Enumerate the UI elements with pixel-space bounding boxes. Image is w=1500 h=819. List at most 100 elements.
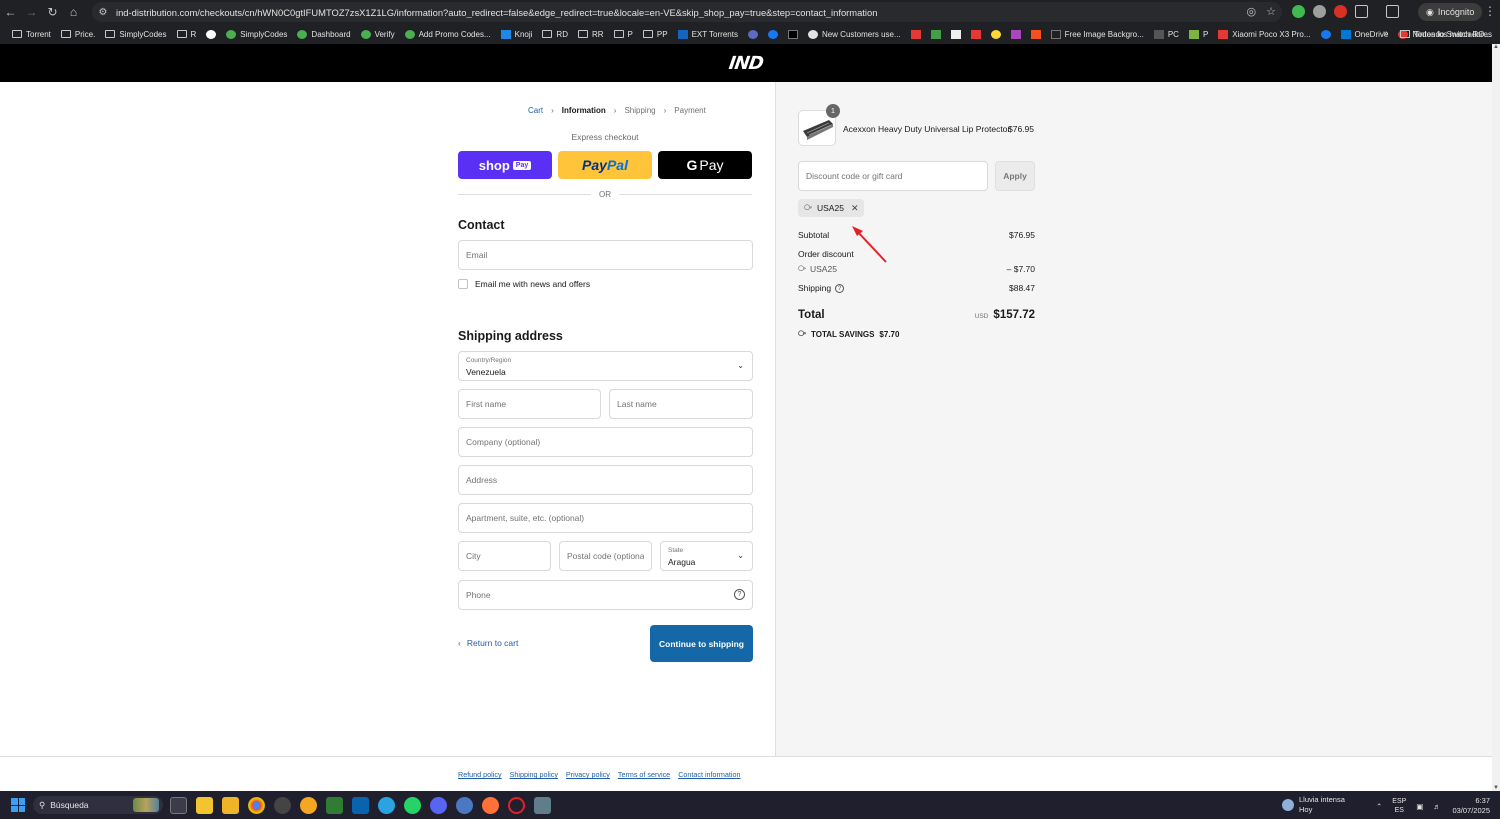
back-arrow-icon[interactable]: ←: [0, 0, 21, 24]
phone-input[interactable]: [459, 581, 752, 609]
refund-policy-link[interactable]: Refund policy: [458, 770, 502, 779]
apply-discount-button[interactable]: Apply: [995, 161, 1035, 191]
newsletter-row[interactable]: Email me with news and offers: [458, 279, 590, 289]
shipping-policy-link[interactable]: Shipping policy: [510, 770, 558, 779]
forward-arrow-icon[interactable]: →: [21, 0, 42, 24]
bookmark-item[interactable]: [986, 24, 1006, 44]
bookmark-item[interactable]: [783, 24, 803, 44]
chrome-icon[interactable]: [248, 797, 265, 814]
bookmark-item[interactable]: [1006, 24, 1026, 44]
app-icon[interactable]: [300, 797, 317, 814]
firefox-icon[interactable]: [482, 797, 499, 814]
address-bar[interactable]: ⚙ ind-distribution.com/checkouts/cn/hWN0…: [92, 2, 1282, 22]
whatsapp-icon[interactable]: [404, 797, 421, 814]
windows-start-icon[interactable]: [11, 798, 25, 812]
bookmark-item[interactable]: [201, 24, 221, 44]
bookmark-item[interactable]: Price.: [56, 24, 100, 44]
bookmark-item[interactable]: EXT Torrents: [673, 24, 743, 44]
store-app-icon[interactable]: [196, 797, 213, 814]
bookmark-item[interactable]: Verify: [356, 24, 400, 44]
language-indicator[interactable]: ESP ES: [1392, 797, 1406, 815]
help-circle-icon[interactable]: ?: [734, 589, 745, 600]
email-input[interactable]: [459, 241, 752, 269]
network-icon[interactable]: ▣: [1416, 802, 1423, 811]
country-select[interactable]: Country/Region Venezuela ⌄: [458, 351, 753, 381]
url-text[interactable]: ind-distribution.com/checkouts/cn/hWN0C0…: [116, 7, 877, 18]
bookmark-item[interactable]: R: [172, 24, 202, 44]
bookmark-item[interactable]: [763, 24, 783, 44]
discord-icon[interactable]: [430, 797, 447, 814]
apartment-input[interactable]: [459, 504, 752, 532]
scroll-up-icon[interactable]: ▲: [1493, 44, 1499, 50]
breadcrumb-cart[interactable]: Cart: [528, 106, 543, 115]
bookmark-item[interactable]: Dashboard: [292, 24, 355, 44]
extension-icon[interactable]: [1292, 5, 1305, 18]
help-circle-icon[interactable]: ?: [835, 283, 845, 293]
bookmark-item[interactable]: RD: [537, 24, 573, 44]
state-select[interactable]: State Aragua ⌄: [660, 541, 753, 571]
tab-search-icon[interactable]: [1386, 5, 1399, 18]
extension-icon[interactable]: [1334, 5, 1347, 18]
extension-icon[interactable]: [1313, 5, 1326, 18]
first-name-field[interactable]: [458, 389, 601, 419]
task-view-icon[interactable]: [170, 797, 187, 814]
puzzle-icon[interactable]: [1355, 5, 1368, 18]
browser-menu-icon[interactable]: ⋮: [1484, 4, 1496, 18]
city-field[interactable]: [458, 541, 551, 571]
newsletter-checkbox[interactable]: [458, 279, 468, 289]
company-field[interactable]: [458, 427, 753, 457]
last-name-field[interactable]: [609, 389, 753, 419]
reload-icon[interactable]: ↻: [42, 0, 63, 24]
bookmark-item[interactable]: SimplyCodes: [221, 24, 292, 44]
bookmark-item[interactable]: Free Image Backgro...: [1046, 24, 1149, 44]
bookmark-item[interactable]: [743, 24, 763, 44]
bookmark-item[interactable]: [1316, 24, 1336, 44]
bookmark-item[interactable]: [946, 24, 966, 44]
taskbar-clock[interactable]: 6:37 03/07/2025: [1446, 796, 1490, 816]
taskbar-search[interactable]: ⚲ Búsqueda: [33, 796, 163, 814]
bookmark-item[interactable]: Knoji: [496, 24, 538, 44]
return-to-cart-link[interactable]: ‹ Return to cart: [458, 638, 518, 648]
globe-app-icon[interactable]: [456, 797, 473, 814]
bookmark-star-icon[interactable]: ☆: [1266, 5, 1276, 18]
weather-widget[interactable]: Lluvia intensa Hoy: [1282, 795, 1345, 815]
bookmark-item[interactable]: PC: [1149, 24, 1184, 44]
last-name-input[interactable]: [610, 390, 752, 418]
postal-code-input[interactable]: [560, 542, 651, 570]
discount-code-field[interactable]: [798, 161, 988, 191]
all-bookmarks[interactable]: Todos los marcadores: [1399, 24, 1492, 44]
volume-icon[interactable]: ♬: [1433, 802, 1441, 811]
chevron-up-icon[interactable]: ⌃: [1376, 802, 1382, 811]
opera-icon[interactable]: [508, 797, 525, 814]
phone-field[interactable]: ?: [458, 580, 753, 610]
bookmark-item[interactable]: New Customers use...: [803, 24, 906, 44]
bookmark-item[interactable]: P: [1184, 24, 1213, 44]
address-input[interactable]: [459, 466, 752, 494]
shop-pay-button[interactable]: shop Pay: [458, 151, 552, 179]
bookmark-item[interactable]: Xiaomi Poco X3 Pro...: [1213, 24, 1315, 44]
bookmarks-overflow-icon[interactable]: »: [1383, 28, 1389, 39]
continue-to-shipping-button[interactable]: Continue to shipping: [650, 625, 753, 662]
telegram-icon[interactable]: [378, 797, 395, 814]
paypal-button[interactable]: Pay Pal: [558, 151, 652, 179]
bookmark-item[interactable]: Torrent: [7, 24, 56, 44]
bookmark-item[interactable]: P: [609, 24, 638, 44]
bookmark-item[interactable]: [906, 24, 926, 44]
app-icon[interactable]: [326, 797, 343, 814]
first-name-input[interactable]: [459, 390, 600, 418]
apartment-field[interactable]: [458, 503, 753, 533]
site-settings-icon[interactable]: ⚙: [96, 7, 110, 18]
bookmark-item[interactable]: Add Promo Codes...: [400, 24, 496, 44]
address-field[interactable]: [458, 465, 753, 495]
terms-of-service-link[interactable]: Terms of service: [618, 770, 670, 779]
bookmark-item[interactable]: [1026, 24, 1046, 44]
page-scrollbar[interactable]: ▲ ▼: [1492, 44, 1500, 791]
city-input[interactable]: [459, 542, 550, 570]
postal-code-field[interactable]: [559, 541, 652, 571]
remove-discount-icon[interactable]: ✕: [851, 203, 859, 214]
media-player-icon[interactable]: [274, 797, 291, 814]
discount-code-input[interactable]: [799, 162, 987, 190]
google-pay-button[interactable]: G Pay: [658, 151, 752, 179]
contact-information-link[interactable]: Contact information: [678, 770, 740, 779]
incognito-badge[interactable]: ◉ Incógnito: [1418, 3, 1483, 21]
